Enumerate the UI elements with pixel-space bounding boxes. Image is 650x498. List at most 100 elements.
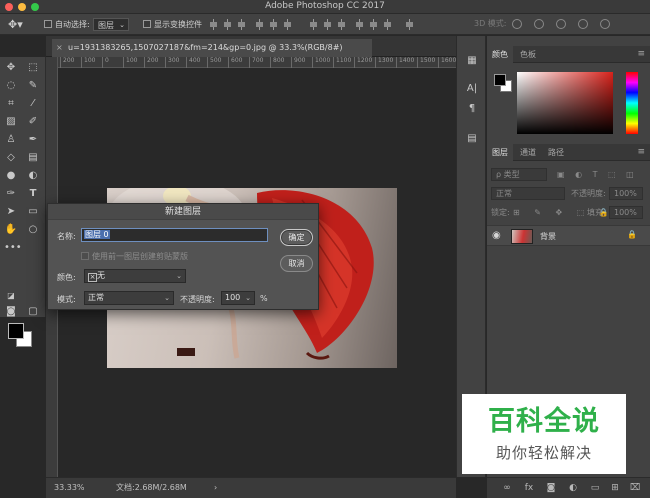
- name-label: 名称:: [57, 232, 76, 241]
- tab-channels[interactable]: 通道: [515, 144, 541, 161]
- tab-swatches[interactable]: 色板: [515, 46, 541, 63]
- path-select-icon[interactable]: ➤: [4, 205, 18, 219]
- history-brush-icon[interactable]: ✒: [26, 133, 40, 147]
- auto-select-option[interactable]: 自动选择:: [44, 18, 90, 31]
- tab-color[interactable]: 颜色: [487, 46, 513, 63]
- default-colors-icon[interactable]: ◪: [4, 289, 18, 303]
- eraser-tool-icon[interactable]: ◇: [4, 151, 18, 165]
- trash-icon[interactable]: ⌧: [629, 482, 641, 494]
- chevron-down-icon: ⌄: [164, 294, 170, 302]
- blur-tool-icon[interactable]: ●: [4, 169, 18, 183]
- color-select[interactable]: × 无 ⌄: [84, 269, 186, 283]
- link-layers-icon[interactable]: ∞: [501, 482, 513, 494]
- watermark-title: 百科全说: [488, 406, 600, 437]
- distribute-vcenter-icon[interactable]: [323, 19, 332, 30]
- distribute-right-icon[interactable]: [383, 19, 392, 30]
- layer-opacity-input[interactable]: 100%: [609, 187, 643, 200]
- scale-3d-icon[interactable]: [600, 19, 610, 29]
- foreground-color-swatch[interactable]: [8, 323, 24, 339]
- roll-3d-icon[interactable]: [534, 19, 544, 29]
- dodge-tool-icon[interactable]: ◐: [26, 169, 40, 183]
- distribute-hcenter-icon[interactable]: [369, 19, 378, 30]
- layer-name-input[interactable]: 图层 0: [81, 228, 268, 242]
- gradient-tool-icon[interactable]: ▤: [26, 151, 40, 165]
- move-tool-icon[interactable]: ✥: [4, 61, 18, 75]
- align-vcenter-icon[interactable]: [223, 19, 232, 30]
- marquee-tool-icon[interactable]: ⬚: [26, 61, 40, 75]
- auto-select-checkbox[interactable]: [44, 20, 52, 28]
- opacity-value: 100: [225, 293, 241, 302]
- blend-mode-select[interactable]: 正常: [491, 187, 565, 200]
- layer-filter-icons[interactable]: ▣ ◐ T ⬚ ◫: [557, 168, 638, 181]
- dialog-title: 新建图层: [48, 204, 318, 220]
- slide-3d-icon[interactable]: [578, 19, 588, 29]
- clone-stamp-icon[interactable]: ♙: [4, 133, 18, 147]
- new-group-icon[interactable]: ▭: [589, 482, 601, 494]
- history-panel-icon[interactable]: ▦: [465, 54, 479, 68]
- tab-layers[interactable]: 图层: [487, 144, 513, 161]
- align-bottom-icon[interactable]: [237, 19, 246, 30]
- zoom-level[interactable]: 33.33%: [54, 478, 85, 498]
- drag-3d-icon[interactable]: [556, 19, 566, 29]
- move-tool-icon[interactable]: ✥▾: [8, 18, 23, 31]
- color-picker-field[interactable]: [517, 72, 613, 134]
- distribute-top-icon[interactable]: [309, 19, 318, 30]
- panel-menu-icon[interactable]: ≡: [637, 46, 645, 63]
- foreground-color-swatch[interactable]: [494, 74, 506, 86]
- align-buttons: [209, 19, 469, 30]
- quick-select-tool-icon[interactable]: ✎: [26, 79, 40, 93]
- tab-paths[interactable]: 路径: [543, 144, 569, 161]
- clip-mask-checkbox[interactable]: [81, 252, 89, 260]
- paragraph-panel-icon[interactable]: ¶: [465, 102, 479, 116]
- layers-footer: ∞ fx ◙ ◐ ▭ ⊞ ⌧: [487, 477, 650, 498]
- ruler-tick: 1200: [354, 57, 372, 68]
- chevron-right-icon[interactable]: ›: [214, 478, 217, 498]
- more-tools-icon[interactable]: •••: [4, 241, 22, 255]
- eyedropper-tool-icon[interactable]: ⁄: [26, 97, 40, 111]
- crop-tool-icon[interactable]: ⌗: [4, 97, 18, 111]
- rotate-3d-icon[interactable]: [512, 19, 522, 29]
- character-panel-icon[interactable]: A|: [465, 82, 479, 96]
- tools-panel: ✥ ⬚ ◌ ✎ ⌗ ⁄ ▨ ✐ ♙ ✒ ◇ ▤ ● ◐ ✑ T ➤ ▭ ✋ ○ …: [0, 57, 46, 347]
- visibility-eye-icon[interactable]: ◉: [492, 230, 501, 241]
- zoom-tool-icon[interactable]: ○: [26, 223, 40, 237]
- close-tab-icon[interactable]: ×: [56, 39, 63, 57]
- hue-slider[interactable]: [626, 72, 638, 134]
- auto-align-icon[interactable]: [405, 19, 414, 30]
- ok-button[interactable]: 确定: [280, 229, 313, 246]
- pen-tool-icon[interactable]: ✑: [4, 187, 18, 201]
- layer-row[interactable]: ◉ 背景 🔒: [487, 225, 650, 246]
- add-mask-icon[interactable]: ◙: [545, 482, 557, 494]
- type-tool-icon[interactable]: T: [26, 187, 40, 201]
- document-tab-title: u=1931383265,1507027187&fm=214&gp=0.jpg …: [68, 43, 343, 52]
- distribute-left-icon[interactable]: [355, 19, 364, 30]
- mode-select[interactable]: 正常 ⌄: [84, 291, 174, 305]
- align-right-icon[interactable]: [283, 19, 292, 30]
- document-tab[interactable]: × u=1931383265,1507027187&fm=214&gp=0.jp…: [52, 39, 372, 57]
- clip-mask-option[interactable]: 使用前一图层创建剪贴蒙版: [81, 251, 188, 262]
- brush-tool-icon[interactable]: ✐: [26, 115, 40, 129]
- align-left-icon[interactable]: [255, 19, 264, 30]
- screen-mode-icon[interactable]: ▢: [26, 305, 40, 319]
- layer-style-icon[interactable]: fx: [523, 482, 535, 494]
- new-layer-icon[interactable]: ⊞: [609, 482, 621, 494]
- fill-input[interactable]: 100%: [609, 206, 643, 219]
- adjustment-layer-icon[interactable]: ◐: [567, 482, 579, 494]
- distribute-bottom-icon[interactable]: [337, 19, 346, 30]
- auto-select-dropdown[interactable]: 图层 ⌄: [93, 18, 129, 31]
- lock-icon[interactable]: 🔒: [627, 230, 637, 239]
- align-top-icon[interactable]: [209, 19, 218, 30]
- shape-tool-icon[interactable]: ▭: [26, 205, 40, 219]
- cancel-button[interactable]: 取消: [280, 255, 313, 272]
- layer-filter-select[interactable]: ρ 类型: [491, 168, 547, 181]
- show-transform-checkbox[interactable]: [143, 20, 151, 28]
- show-transform-option[interactable]: 显示变换控件: [143, 18, 202, 31]
- lasso-tool-icon[interactable]: ◌: [4, 79, 18, 93]
- panel-menu-icon[interactable]: ≡: [637, 144, 645, 161]
- quick-mask-icon[interactable]: ◙: [4, 305, 18, 319]
- hand-tool-icon[interactable]: ✋: [4, 223, 18, 237]
- properties-panel-icon[interactable]: ▤: [465, 132, 479, 146]
- opacity-input[interactable]: 100 ⌄: [221, 291, 255, 305]
- align-hcenter-icon[interactable]: [269, 19, 278, 30]
- healing-brush-icon[interactable]: ▨: [4, 115, 18, 129]
